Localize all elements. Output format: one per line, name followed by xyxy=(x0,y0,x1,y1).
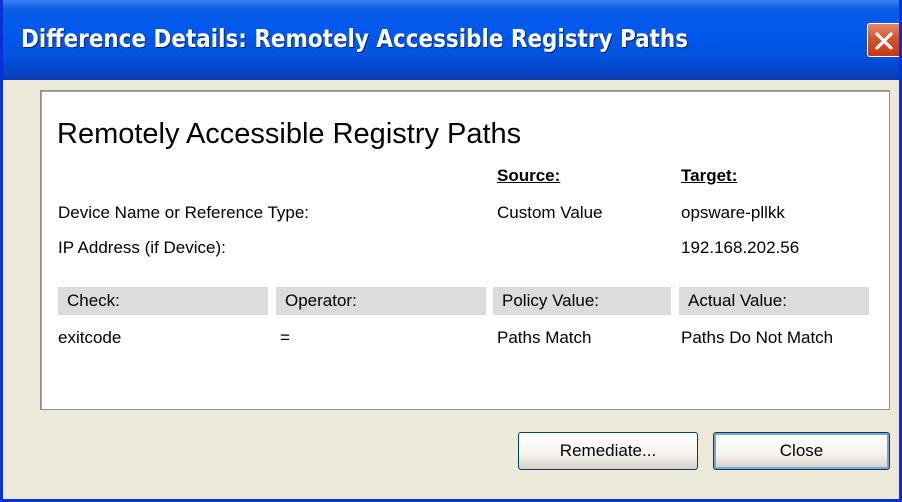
ip-address-label: IP Address (if Device): xyxy=(58,238,226,257)
ip-address-target: 192.168.202.56 xyxy=(681,238,800,257)
column-header-policy-value: Policy Value: xyxy=(493,287,671,315)
remediate-button[interactable]: Remediate... xyxy=(518,432,698,470)
column-header-check: Check: xyxy=(58,287,268,315)
device-name-label: Device Name or Reference Type: xyxy=(58,203,310,222)
close-icon xyxy=(875,32,893,50)
dialog-window: Difference Details: Remotely Accessible … xyxy=(0,0,902,502)
window-title: Difference Details: Remotely Accessible … xyxy=(21,24,689,53)
device-name-source: Custom Value xyxy=(497,203,603,222)
column-header-actual-value-label: Actual Value: xyxy=(688,291,787,310)
column-header-operator: Operator: xyxy=(276,287,486,315)
source-header: Source: xyxy=(497,166,561,185)
column-header-check-label: Check: xyxy=(67,291,120,310)
close-button[interactable]: Close xyxy=(713,432,890,470)
cell-policy-value: Paths Match xyxy=(497,328,592,347)
cell-check: exitcode xyxy=(58,328,122,347)
target-header: Target: xyxy=(681,166,738,185)
column-header-actual-value: Actual Value: xyxy=(679,287,869,315)
cell-operator: = xyxy=(280,328,290,347)
title-bar[interactable]: Difference Details: Remotely Accessible … xyxy=(3,0,899,80)
details-heading: Remotely Accessible Registry Paths xyxy=(57,118,522,150)
title-close-button[interactable] xyxy=(867,23,899,57)
device-name-target: opsware-pllkk xyxy=(681,203,785,222)
cell-actual-value: Paths Do Not Match xyxy=(681,328,834,347)
column-header-operator-label: Operator: xyxy=(285,291,357,310)
column-header-policy-value-label: Policy Value: xyxy=(502,291,600,310)
